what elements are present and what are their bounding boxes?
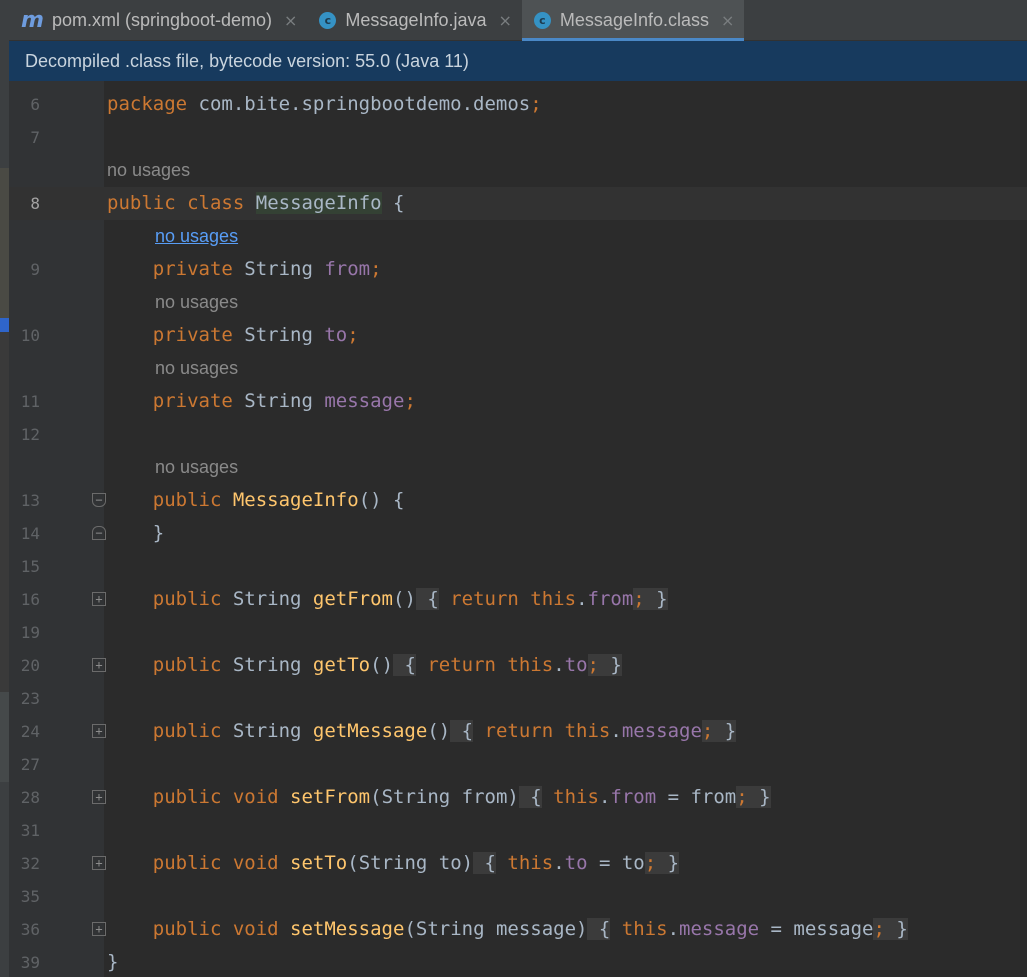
- code-text: }: [152, 522, 165, 544]
- line-number: 36: [20, 920, 40, 939]
- code-line[interactable]: 36 + public void setMessage(String messa…: [9, 913, 1027, 946]
- decompiled-banner: Decompiled .class file, bytecode version…: [9, 41, 1027, 81]
- usages-hint[interactable]: no usages: [155, 352, 238, 385]
- editor-tab-bar: m pom.xml (springboot-demo) × c MessageI…: [9, 0, 1027, 41]
- code-editor[interactable]: 6 package com.bite.springbootdemo.demos;…: [9, 81, 1027, 977]
- line-number: 35: [20, 887, 40, 906]
- code-text: public void setMessage(String message) {…: [152, 918, 908, 940]
- line-number: 19: [20, 623, 40, 642]
- code-line[interactable]: 7: [9, 121, 1027, 154]
- code-line-current[interactable]: 8 public class MessageInfo {: [9, 187, 1027, 220]
- tab-pom-xml[interactable]: m pom.xml (springboot-demo) ×: [9, 0, 307, 41]
- code-line[interactable]: 23: [9, 682, 1027, 715]
- line-number: 28: [20, 788, 40, 807]
- code-text: public void setFrom(String from) { this.…: [152, 786, 771, 808]
- maven-file-icon: m: [21, 8, 44, 33]
- close-icon[interactable]: ×: [499, 11, 512, 30]
- line-number: 31: [20, 821, 40, 840]
- fold-expand-icon[interactable]: +: [92, 724, 106, 738]
- fold-expand-icon[interactable]: +: [92, 922, 106, 936]
- code-text: public String getFrom() { return this.fr…: [152, 588, 668, 610]
- tab-label: MessageInfo.class: [559, 10, 709, 30]
- code-line[interactable]: 12: [9, 418, 1027, 451]
- code-line[interactable]: 14 − }: [9, 517, 1027, 550]
- line-number: 23: [20, 689, 40, 708]
- fold-end-icon[interactable]: −: [92, 526, 106, 540]
- tab-messageinfo-class[interactable]: c MessageInfo.class ×: [521, 0, 745, 41]
- line-number: 24: [20, 722, 40, 741]
- fold-expand-icon[interactable]: +: [92, 658, 106, 672]
- tab-label: MessageInfo.java: [345, 10, 487, 30]
- code-text: }: [107, 951, 119, 973]
- java-class-icon: c: [533, 12, 551, 29]
- line-number: 9: [30, 260, 40, 279]
- code-text: public String getTo() { return this.to; …: [152, 654, 622, 676]
- code-line[interactable]: 13 − public MessageInfo() {: [9, 484, 1027, 517]
- line-number: 10: [20, 326, 40, 345]
- fold-expand-icon[interactable]: +: [92, 856, 106, 870]
- close-icon[interactable]: ×: [721, 11, 734, 30]
- code-line[interactable]: 10 private String to;: [9, 319, 1027, 352]
- code-text: private String from;: [152, 258, 382, 280]
- code-line[interactable]: 6 package com.bite.springbootdemo.demos;: [9, 88, 1027, 121]
- code-line[interactable]: 35: [9, 880, 1027, 913]
- code-text: private String message;: [152, 390, 416, 412]
- code-line[interactable]: 32 + public void setTo(String to) { this…: [9, 847, 1027, 880]
- line-number: 39: [20, 953, 40, 972]
- code-text: private String to;: [152, 324, 359, 346]
- code-line[interactable]: 11 private String message;: [9, 385, 1027, 418]
- code-line[interactable]: 16 + public String getFrom() { return th…: [9, 583, 1027, 616]
- tab-label: pom.xml (springboot-demo): [51, 10, 273, 30]
- line-number: 7: [30, 128, 40, 147]
- line-number: 20: [20, 656, 40, 675]
- line-number: 16: [20, 590, 40, 609]
- line-number: 11: [20, 392, 40, 411]
- code-text: package com.bite.springbootdemo.demos;: [107, 93, 542, 115]
- line-number: 27: [20, 755, 40, 774]
- code-text: public String getMessage() { return this…: [152, 720, 737, 742]
- usages-hint-link[interactable]: no usages: [155, 220, 238, 253]
- fold-expand-icon[interactable]: +: [92, 592, 106, 606]
- code-line[interactable]: 19: [9, 616, 1027, 649]
- usages-hint[interactable]: no usages: [107, 154, 190, 187]
- code-line[interactable]: 9 private String from;: [9, 253, 1027, 286]
- line-number: 12: [20, 425, 40, 444]
- line-number: 14: [20, 524, 40, 543]
- fold-expand-icon[interactable]: +: [92, 790, 106, 804]
- usages-hint[interactable]: no usages: [155, 451, 238, 484]
- line-number: 6: [30, 95, 40, 114]
- code-line[interactable]: 24 + public String getMessage() { return…: [9, 715, 1027, 748]
- fold-collapse-icon[interactable]: −: [92, 493, 106, 507]
- code-line[interactable]: 27: [9, 748, 1027, 781]
- line-number: 8: [30, 194, 40, 213]
- code-text: public void setTo(String to) { this.to =…: [152, 852, 680, 874]
- code-line[interactable]: 15: [9, 550, 1027, 583]
- line-number: 32: [20, 854, 40, 873]
- code-line[interactable]: 39 }: [9, 946, 1027, 977]
- left-tool-strip: [0, 0, 9, 977]
- code-text: public MessageInfo() {: [152, 489, 405, 511]
- code-text: public class MessageInfo {: [107, 192, 405, 214]
- close-icon[interactable]: ×: [284, 11, 297, 30]
- code-line[interactable]: 31: [9, 814, 1027, 847]
- usages-hint[interactable]: no usages: [155, 286, 238, 319]
- line-number: 13: [20, 491, 40, 510]
- tab-messageinfo-java[interactable]: c MessageInfo.java ×: [307, 0, 522, 41]
- code-line[interactable]: 20 + public String getTo() { return this…: [9, 649, 1027, 682]
- java-class-icon: c: [319, 12, 337, 29]
- line-number: 15: [20, 557, 40, 576]
- code-line[interactable]: 28 + public void setFrom(String from) { …: [9, 781, 1027, 814]
